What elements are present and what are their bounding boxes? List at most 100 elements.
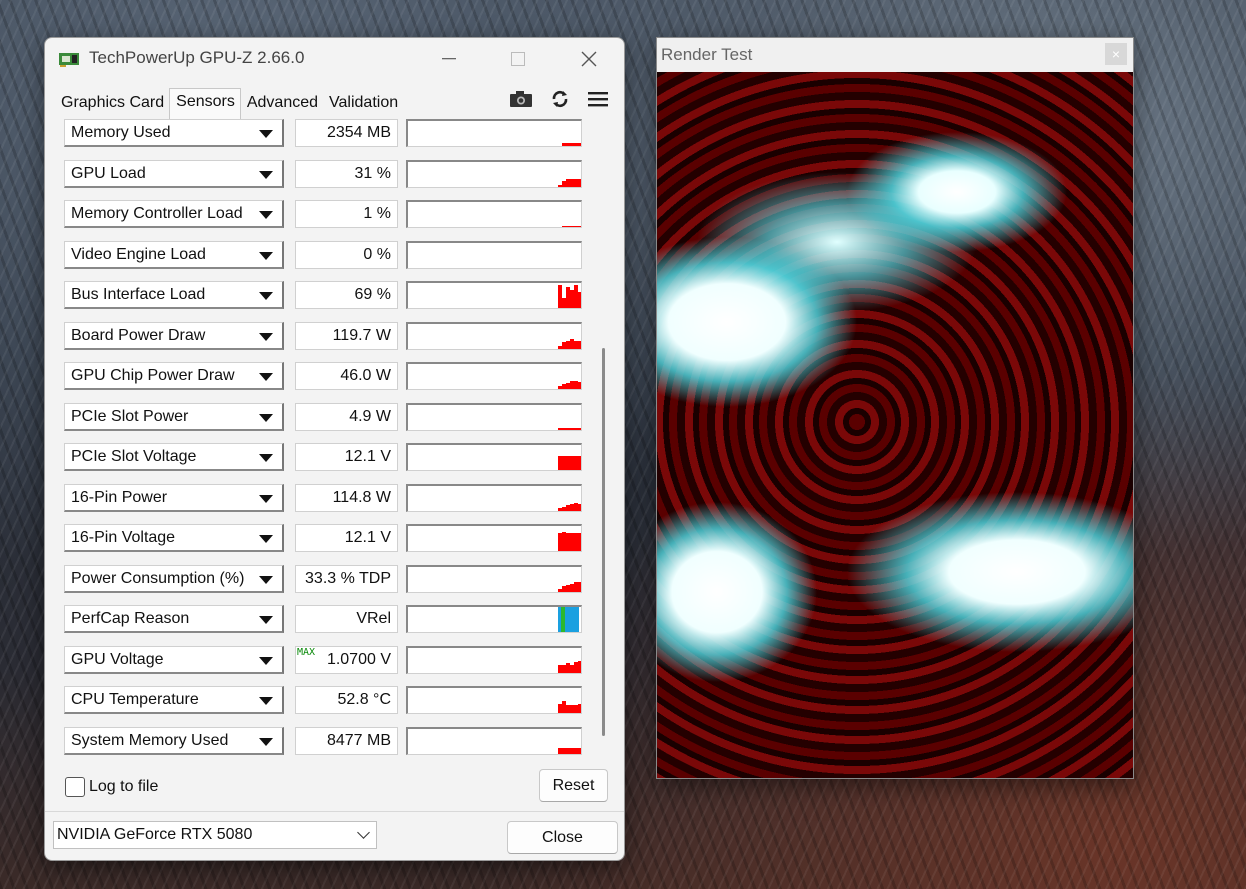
sensor-row: Memory Used 2354 MB xyxy=(56,118,596,148)
gpuz-window: TechPowerUp GPU-Z 2.66.0 Graphics Card S… xyxy=(44,37,625,861)
sensor-value: VRel xyxy=(356,610,391,627)
reset-button[interactable]: Reset xyxy=(539,769,608,802)
close-button[interactable]: Close xyxy=(507,821,618,854)
sensor-name-dropdown[interactable]: 16-Pin Voltage xyxy=(64,524,284,552)
sensor-name-dropdown[interactable]: PCIe Slot Power xyxy=(64,402,284,431)
sensor-name-dropdown[interactable]: Memory Controller Load xyxy=(64,200,284,228)
sensor-row: Power Consumption (%) 33.3 % TDP xyxy=(56,564,596,594)
gpuz-titlebar[interactable]: TechPowerUp GPU-Z 2.66.0 xyxy=(45,38,624,80)
sensor-graph xyxy=(406,321,582,350)
sensor-row: PerfCap Reason VRel xyxy=(56,604,596,634)
tab-advanced[interactable]: Advanced xyxy=(241,90,323,118)
sensor-row: PCIe Slot Voltage 12.1 V xyxy=(56,442,596,472)
sensor-name-dropdown[interactable]: GPU Chip Power Draw xyxy=(64,362,284,390)
sensor-value-box: 0 % xyxy=(295,240,398,269)
sensor-value: 12.1 V xyxy=(344,529,391,546)
sensor-graph xyxy=(406,281,582,309)
sensor-name: 16-Pin Power xyxy=(71,488,168,506)
sensor-graph xyxy=(406,402,582,431)
sensor-list[interactable]: Memory Used 2354 MB GPU Load 31 % Memory Con… xyxy=(56,118,608,758)
max-indicator: MAX xyxy=(297,646,316,658)
minimize-button[interactable] xyxy=(414,38,484,80)
graph-bar xyxy=(578,381,581,389)
graph-bar xyxy=(578,532,581,551)
sensor-name: PCIe Slot Voltage xyxy=(71,448,197,465)
dropdown-arrow-icon xyxy=(259,616,273,624)
sensor-name-dropdown[interactable]: System Memory Used xyxy=(64,726,284,755)
graph-bar xyxy=(578,582,581,592)
dropdown-arrow-icon xyxy=(259,575,273,584)
sensor-name-dropdown[interactable]: Bus Interface Load xyxy=(64,281,284,309)
render-close-button[interactable]: × xyxy=(1105,43,1127,65)
dropdown-arrow-icon xyxy=(259,656,273,665)
sensor-name-dropdown[interactable]: Board Power Draw xyxy=(64,321,284,350)
sensor-row: CPU Temperature 52.8 °C xyxy=(56,685,596,715)
window-title: TechPowerUp GPU-Z 2.66.0 xyxy=(89,48,305,67)
hamburger-menu-icon xyxy=(588,92,608,107)
sensor-value-box: VRel xyxy=(295,605,398,633)
sensor-value: 31 % xyxy=(354,164,391,182)
maximize-button[interactable] xyxy=(483,38,553,80)
graph-bar xyxy=(578,226,581,227)
sensor-name-dropdown[interactable]: Memory Used xyxy=(64,119,284,147)
sensor-name-dropdown[interactable]: 16-Pin Power xyxy=(64,483,284,512)
sensor-graph xyxy=(406,524,582,552)
tab-validation[interactable]: Validation xyxy=(323,90,403,118)
dropdown-arrow-icon xyxy=(259,697,273,705)
sensor-row: System Memory Used 8477 MB xyxy=(56,726,596,756)
sensor-value-box: 8477 MB xyxy=(295,726,398,755)
sensor-row: Video Engine Load 0 % xyxy=(56,240,596,270)
graph-bar xyxy=(578,703,581,713)
perfcap-bar xyxy=(565,607,579,632)
dropdown-arrow-icon xyxy=(259,130,273,138)
dropdown-arrow-icon xyxy=(259,737,273,746)
sensor-value-box: 12.1 V xyxy=(295,443,398,471)
sensor-value: 33.3 % TDP xyxy=(305,569,391,587)
menu-button[interactable] xyxy=(585,88,611,110)
scrollbar-thumb[interactable] xyxy=(602,348,605,736)
sensor-value: 69 % xyxy=(354,286,391,303)
sensor-name-dropdown[interactable]: PerfCap Reason xyxy=(64,605,284,633)
sensor-value-box: 2354 MB xyxy=(295,119,398,147)
sensor-value-box: 33.3 % TDP xyxy=(295,564,398,593)
sensor-value: 1.0700 V xyxy=(326,650,391,668)
sensor-value: 0 % xyxy=(363,245,391,263)
sensor-value: 1 % xyxy=(363,205,391,222)
tab-graphics-card[interactable]: Graphics Card xyxy=(55,90,169,118)
refresh-button[interactable] xyxy=(547,88,573,110)
sensor-name: Board Power Draw xyxy=(71,326,206,344)
sensor-name: 16-Pin Voltage xyxy=(71,529,176,546)
gpuz-app-icon xyxy=(59,53,79,67)
log-to-file-checkbox[interactable] xyxy=(65,777,85,797)
sensor-graph xyxy=(406,443,582,471)
graph-bar xyxy=(578,748,581,754)
sensor-value-box: 52.8 °C xyxy=(295,686,398,714)
dropdown-arrow-icon xyxy=(259,454,273,462)
sensor-name-dropdown[interactable]: Power Consumption (%) xyxy=(64,564,284,593)
sensor-value-box: 31 % xyxy=(295,159,398,188)
sensor-name-dropdown[interactable]: CPU Temperature xyxy=(64,686,284,714)
sensor-row: GPU Load 31 % xyxy=(56,159,596,189)
sensor-name: Power Consumption (%) xyxy=(71,569,245,587)
gpu-select[interactable]: NVIDIA GeForce RTX 5080 xyxy=(53,821,377,849)
sensor-name: GPU Chip Power Draw xyxy=(71,367,235,384)
sensor-scrollbar[interactable] xyxy=(600,118,608,758)
tab-sensors[interactable]: Sensors xyxy=(169,88,241,119)
sensor-name: Bus Interface Load xyxy=(71,286,206,303)
sensor-name: GPU Load xyxy=(71,164,146,182)
sensor-value-box: 12.1 V xyxy=(295,524,398,552)
sensor-name: System Memory Used xyxy=(71,731,229,749)
sensor-name-dropdown[interactable]: GPU Load xyxy=(64,159,284,188)
sensor-value: 4.9 W xyxy=(349,407,391,425)
render-titlebar[interactable]: Render Test × xyxy=(657,38,1133,72)
screenshot-button[interactable] xyxy=(508,88,534,110)
dropdown-arrow-icon xyxy=(259,211,273,219)
sensor-name-dropdown[interactable]: Video Engine Load xyxy=(64,240,284,269)
sensor-name-dropdown[interactable]: GPU Voltage xyxy=(64,645,284,674)
sensor-value: 46.0 W xyxy=(340,367,391,384)
log-to-file-label: Log to file xyxy=(89,778,159,795)
sensor-value: 8477 MB xyxy=(326,731,391,749)
sensor-value-box: 46.0 W xyxy=(295,362,398,390)
close-window-button[interactable] xyxy=(554,38,624,80)
sensor-name-dropdown[interactable]: PCIe Slot Voltage xyxy=(64,443,284,471)
